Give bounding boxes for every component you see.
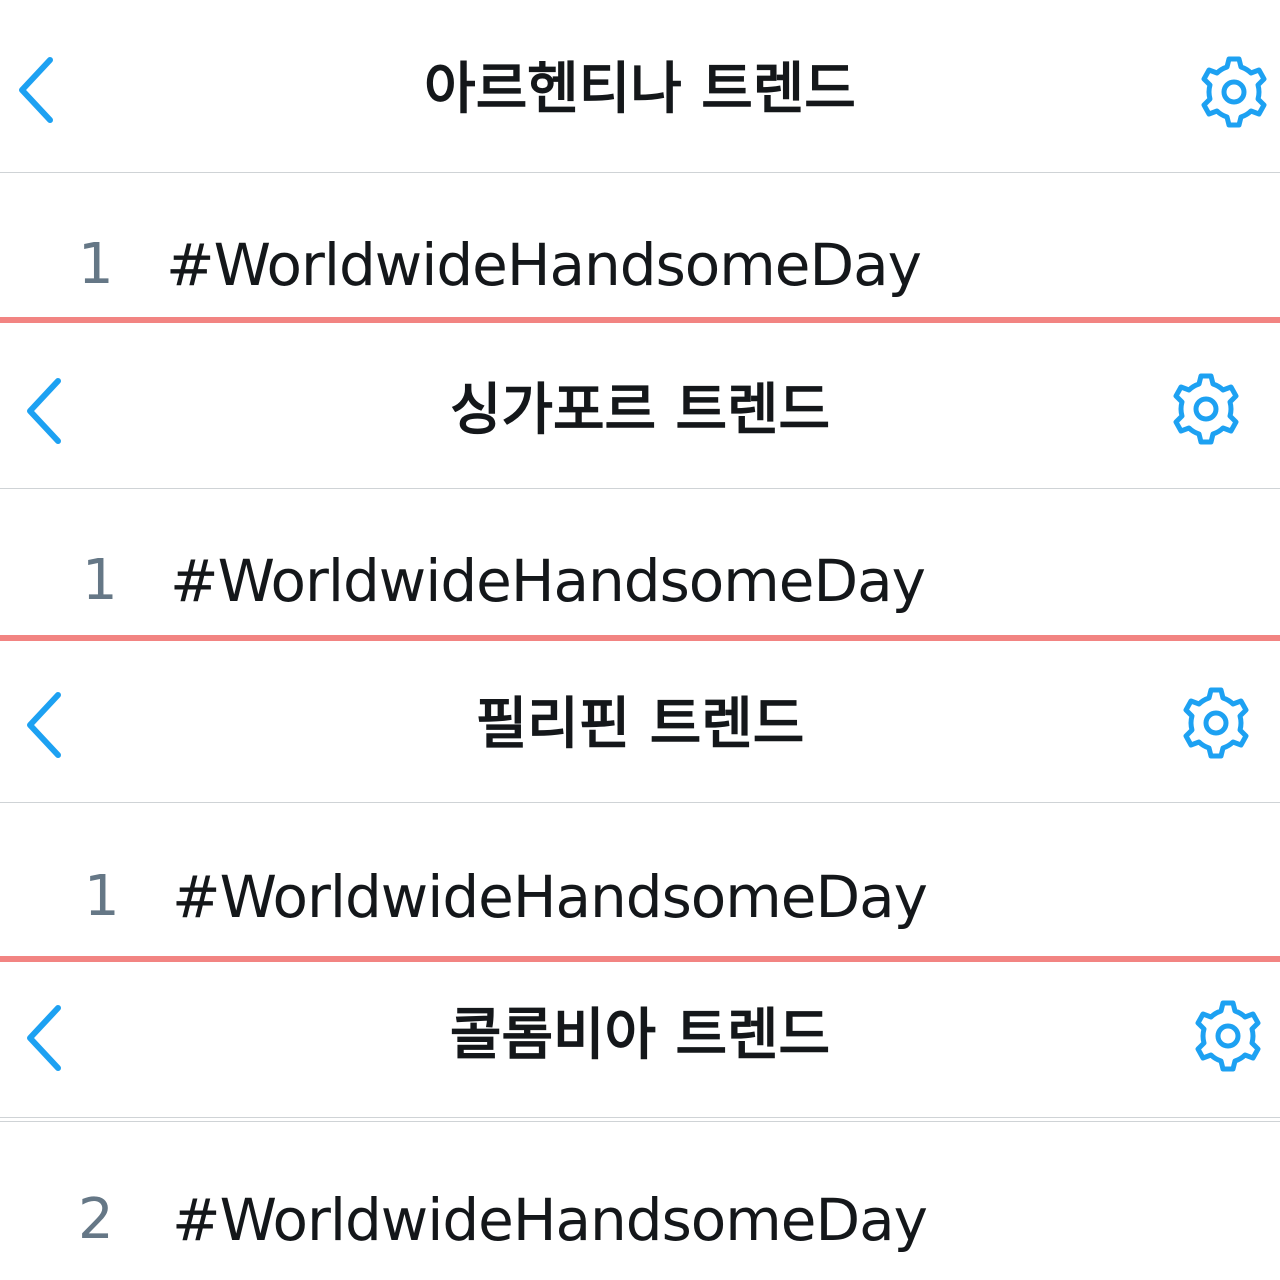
- settings-button[interactable]: [1188, 996, 1268, 1076]
- panel-header: 싱가포르 트렌드: [0, 323, 1280, 489]
- settings-button[interactable]: [1194, 52, 1274, 132]
- trend-hashtag[interactable]: #WorldwideHandsomeDay: [172, 1191, 928, 1249]
- panel-header: 콜롬비아 트렌드: [0, 962, 1280, 1122]
- trend-row[interactable]: 1 #WorldwideHandsomeDay: [0, 173, 1280, 318]
- gear-icon: [1173, 373, 1239, 445]
- trend-rank: 1: [82, 548, 118, 613]
- page-title: 싱가포르 트렌드: [449, 378, 831, 443]
- header-divider: [0, 1117, 1280, 1118]
- settings-button[interactable]: [1176, 683, 1256, 763]
- gear-icon: [1183, 687, 1249, 759]
- gear-icon: [1195, 1000, 1261, 1072]
- panel-header: 필리핀 트렌드: [0, 641, 1280, 803]
- trend-row[interactable]: 2 #WorldwideHandsomeDay: [0, 1122, 1280, 1280]
- trend-panel-philippines: 필리핀 트렌드 1 #WorldwideHandsomeDay: [0, 641, 1280, 954]
- page-title: 필리핀 트렌드: [475, 692, 805, 757]
- page-title: 아르헨티나 트렌드: [424, 57, 856, 122]
- trend-rank: 1: [84, 864, 120, 929]
- trend-row[interactable]: 1 #WorldwideHandsomeDay: [0, 489, 1280, 635]
- trend-hashtag[interactable]: #WorldwideHandsomeDay: [166, 236, 922, 294]
- page-title: 콜롬비아 트렌드: [449, 1003, 831, 1068]
- trend-panel-singapore: 싱가포르 트렌드 1 #WorldwideHandsomeDay: [0, 323, 1280, 635]
- panel-header: 아르헨티나 트렌드: [0, 0, 1280, 173]
- trend-screenshots-collage: 아르헨티나 트렌드 1 #WorldwideHandsomeDay 싱가포르 트…: [0, 0, 1280, 1280]
- trend-row[interactable]: 1 #WorldwideHandsomeDay: [0, 803, 1280, 954]
- trend-panel-argentina: 아르헨티나 트렌드 1 #WorldwideHandsomeDay: [0, 0, 1280, 318]
- settings-button[interactable]: [1166, 369, 1246, 449]
- trend-rank: 2: [78, 1187, 114, 1252]
- trend-panel-colombia: 콜롬비아 트렌드 2 #WorldwideHandsomeDay: [0, 962, 1280, 1280]
- trend-rank: 1: [78, 232, 114, 297]
- gear-icon: [1201, 56, 1267, 128]
- trend-hashtag[interactable]: #WorldwideHandsomeDay: [172, 868, 928, 926]
- trend-hashtag[interactable]: #WorldwideHandsomeDay: [170, 552, 926, 610]
